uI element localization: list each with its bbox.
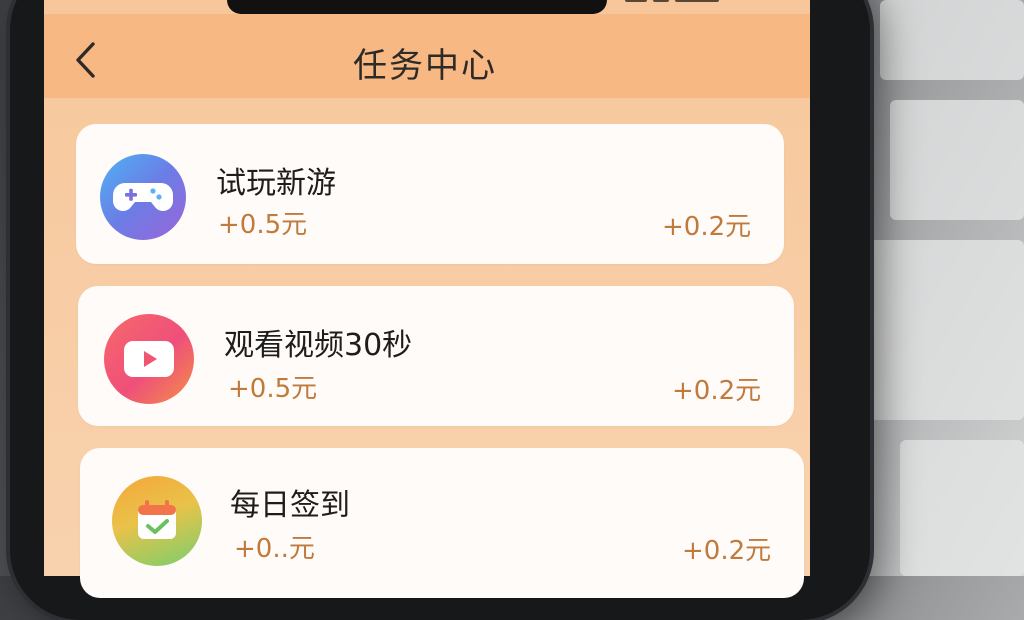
background-tile: [900, 440, 1024, 576]
chevron-left-icon: [76, 42, 95, 78]
task-reward: +0..元: [234, 534, 315, 564]
back-button[interactable]: [68, 40, 104, 80]
task-name: 每日签到: [230, 488, 350, 523]
task-reward: +0.5元: [228, 374, 318, 404]
battery-icon: [675, 0, 719, 2]
gamepad-icon: [100, 154, 186, 240]
wifi-icon: [653, 0, 669, 2]
play-video-icon: [104, 314, 194, 404]
status-bar-icons: [625, 0, 765, 8]
task-card-play-game[interactable]: 试玩新游 +0.5元 +0.2元: [76, 124, 784, 264]
task-name: 试玩新游: [216, 166, 336, 201]
background-tile: [870, 240, 1024, 420]
task-reward-secondary: +0.2元: [672, 376, 762, 406]
signal-icon: [625, 0, 647, 2]
task-reward-secondary: +0.2元: [662, 212, 752, 242]
page-title: 任务中心: [353, 46, 497, 86]
task-reward-secondary: +0.2元: [682, 536, 772, 566]
task-reward: +0.5元: [218, 210, 308, 240]
task-name: 观看视频30秒: [224, 328, 413, 363]
calendar-check-icon: [112, 476, 202, 566]
task-card-watch-video[interactable]: 观看视频30秒 +0.5元 +0.2元: [78, 286, 794, 426]
phone-notch: [227, 0, 607, 14]
background-tile: [880, 0, 1024, 80]
background-tile: [890, 100, 1024, 220]
